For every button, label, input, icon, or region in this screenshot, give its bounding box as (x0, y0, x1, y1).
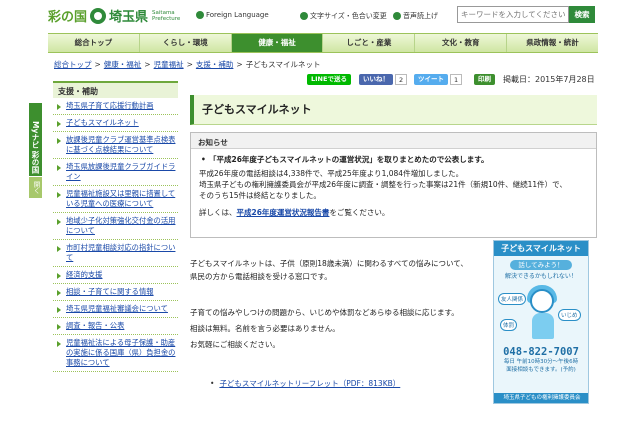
notice-body: 「平成26年度子どもスマイルネットの運営状況」を取りまとめたので公表します。 平… (191, 149, 596, 223)
site-logo[interactable]: 彩の国 埼玉県 Saitama Prefecture (48, 6, 180, 25)
notice-line-2: 埼玉県子どもの権利擁護委員会が平成26年度に調査・調整を行った事案は21件（新規… (199, 180, 567, 189)
notice-box: お知らせ 「平成26年度子どもスマイルネットの運営状況」を取りまとめたので公表し… (190, 132, 597, 238)
nav-item-5[interactable]: 県政情報・統計 (507, 34, 598, 52)
description-line-2: 相談は無料。名前を言う必要はありません。 (190, 324, 340, 333)
breadcrumb: 総合トップ > 健康・福祉 > 児童福祉 > 支援・補助 > 子どもスマイルネット (54, 59, 320, 70)
page-title: 子どもスマイルネット (202, 103, 312, 116)
banner-title: 子どもスマイルネット (494, 241, 588, 256)
description-line-1: 子育ての悩みやしつけの問題から、いじめや体罰などあらゆる相談に応じます。 (190, 308, 459, 317)
published-date: 掲載日：2015年7月28日 (503, 75, 595, 84)
font-size-color-link[interactable]: 文字サイズ・色合い変更 (300, 11, 387, 21)
prefecture-roman-2: Prefecture (152, 15, 181, 22)
banner-hours-2: 面接相談もできます。(予約) (506, 367, 576, 373)
nav-item-1[interactable]: くらし・環境 (140, 34, 232, 52)
intro-line-1: 子どもスマイルネットは、子供（原則18歳未満）に関わるすべての悩みについて、 (190, 259, 468, 268)
banner-character-illustration: 友人関係 体罰 いじめ (494, 283, 588, 345)
breadcrumb-separator: > (144, 60, 151, 69)
sidebar-item-8[interactable]: 相談・子育てに関する情報 (53, 284, 178, 301)
read-aloud-label: 音声読上げ (403, 12, 438, 20)
banner-hours-1: 毎日 午前10時30分～午後6時 (503, 359, 579, 365)
tweet-count: 1 (450, 73, 463, 85)
foreign-language-label: Foreign Language (206, 11, 269, 19)
breadcrumb-current: 子どもスマイルネット (245, 60, 321, 69)
nav-item-2[interactable]: 健康・福祉 (231, 34, 324, 52)
notice-line-1: 平成26年度の電話相談は4,338件で、平成25年度より1,084件増加しました… (199, 169, 464, 178)
tweet-button[interactable]: ツイート (414, 73, 448, 85)
sidebar-item-2[interactable]: 放課後児童クラブ運営基準点検表に基づく点検結果について (53, 132, 178, 159)
breadcrumb-link-3[interactable]: 支援・補助 (196, 60, 234, 69)
facebook-like-group: いいね！ 2 (359, 73, 408, 85)
nav-item-3[interactable]: しごと・産業 (323, 34, 416, 52)
description-text: 子育ての悩みやしつけの問題から、いじめや体罰などあらゆる相談に応じます。 相談は… (190, 305, 490, 353)
banner-phone-number: 048-822-7007 (503, 346, 579, 358)
global-nav: 総合トップ くらし・環境 健康・福祉 しごと・産業 文化・教育 県政情報・統計 (48, 33, 598, 53)
banner-footer: 埼玉県子どもの権利擁護委員会 (494, 393, 588, 403)
read-aloud-link[interactable]: 音声読上げ (393, 11, 438, 21)
notice-detail-suffix: をご覧ください。 (329, 208, 390, 217)
share-bar: LINEで送る (307, 73, 351, 85)
sidebar: 支援・補助 埼玉県子育て応援行動計画 子どもスマイルネット 放課後児童クラブ運営基準… (53, 81, 178, 372)
notice-lead: 「平成26年度子どもスマイルネットの運営状況」を取りまとめたので公表します。 (199, 154, 588, 165)
foreign-language-link[interactable]: Foreign Language (196, 11, 269, 19)
description-line-3: お気軽にご相談ください。 (190, 340, 280, 349)
character-head (530, 289, 554, 313)
intro-line-2: 県民の方から電話相談を受ける窓口です。 (190, 272, 332, 281)
breadcrumb-link-0[interactable]: 総合トップ (54, 60, 92, 69)
tweet-group: ツイート 1 (414, 73, 463, 85)
banner-tag-friends: 友人関係 (498, 293, 527, 305)
notice-heading: お知らせ (191, 133, 596, 149)
globe-icon (196, 11, 204, 19)
line-share-button[interactable]: LINEで送る (307, 73, 351, 85)
prefecture-seal-icon (90, 7, 107, 24)
sidebar-item-1[interactable]: 子どもスマイルネット (53, 115, 178, 132)
page-title-bar: 子どもスマイルネット (190, 95, 597, 125)
sidebar-item-9[interactable]: 埼玉県児童福祉審議会について (53, 301, 178, 318)
nav-item-4[interactable]: 文化・教育 (415, 34, 508, 52)
print-group: 印刷 (474, 73, 495, 85)
notice-line-3: そのうち15件は終結となりました。 (199, 191, 321, 200)
intro-text: 子どもスマイルネットは、子供（原則18歳未満）に関わるすべての悩みについて、 県… (190, 257, 490, 283)
sidebar-item-0[interactable]: 埼玉県子育て応援行動計画 (53, 98, 178, 115)
breadcrumb-link-2[interactable]: 児童福祉 (154, 60, 184, 69)
banner-tag-bullying: いじめ (558, 309, 581, 321)
sidebar-heading: 支援・補助 (53, 81, 178, 98)
sidebar-item-5[interactable]: 地域少子化対策強化交付金の活用について (53, 213, 178, 240)
font-size-color-label: 文字サイズ・色合い変更 (310, 12, 387, 20)
breadcrumb-link-1[interactable]: 健康・福祉 (104, 60, 142, 69)
facebook-like-button[interactable]: いいね！ (359, 73, 393, 85)
sidebar-item-4[interactable]: 児童福祉施設又は里親に措置している児童への医療について (53, 186, 178, 213)
breadcrumb-separator: > (94, 60, 101, 69)
site-header: 彩の国 埼玉県 Saitama Prefecture Foreign Langu… (0, 0, 640, 30)
leaflet-pdf-link[interactable]: 子どもスマイルネットリーフレット（PDF：813KB） (210, 378, 400, 389)
sidebar-item-10[interactable]: 調査・報告・公表 (53, 318, 178, 335)
banner-sub-1: 話してみよう！ (510, 260, 572, 270)
sidebar-item-6[interactable]: 市町村児童相談対応の指針について (53, 240, 178, 267)
breadcrumb-separator: > (186, 60, 193, 69)
prefecture-name: 埼玉県 (109, 10, 149, 25)
sidebar-item-7[interactable]: 経済的支援 (53, 267, 178, 284)
sidebar-item-3[interactable]: 埼玉県放課後児童クラブガイドライン (53, 159, 178, 186)
prefecture-roman: Saitama Prefecture (152, 10, 180, 22)
report-link[interactable]: 平成26年度運営状況報告書 (237, 208, 330, 217)
like-count: 2 (395, 73, 408, 85)
notice-detail-prefix: 詳しくは、 (199, 208, 237, 217)
speaker-icon (393, 12, 401, 20)
character-body (532, 313, 554, 339)
display-settings-icon (300, 12, 308, 20)
breadcrumb-separator: > (236, 60, 243, 69)
notice-detail: 詳しくは、平成26年度運営状況報告書をご覧ください。 (199, 207, 588, 218)
banner-sub-2: 解決できるかもしれない！ (505, 273, 577, 280)
smile-net-banner[interactable]: 子どもスマイルネット 話してみよう！ 解決できるかもしれない！ 友人関係 体罰 … (493, 240, 589, 404)
print-button[interactable]: 印刷 (474, 73, 495, 85)
logo-text: 彩の国 (48, 10, 88, 25)
search-input[interactable] (457, 6, 569, 23)
search-button[interactable]: 検索 (569, 6, 595, 23)
sidebar-list: 埼玉県子育て応援行動計画 子どもスマイルネット 放課後児童クラブ運営基準点検表に基づ… (53, 98, 178, 372)
nav-item-0[interactable]: 総合トップ (48, 34, 140, 52)
banner-tag-punishment: 体罰 (500, 319, 518, 331)
sidebar-item-11[interactable]: 児童福祉法による母子保護・助産の実施に係る国庫（県）負担金の事務について (53, 335, 178, 372)
mynavi-open-button[interactable]: 開く (29, 176, 42, 198)
